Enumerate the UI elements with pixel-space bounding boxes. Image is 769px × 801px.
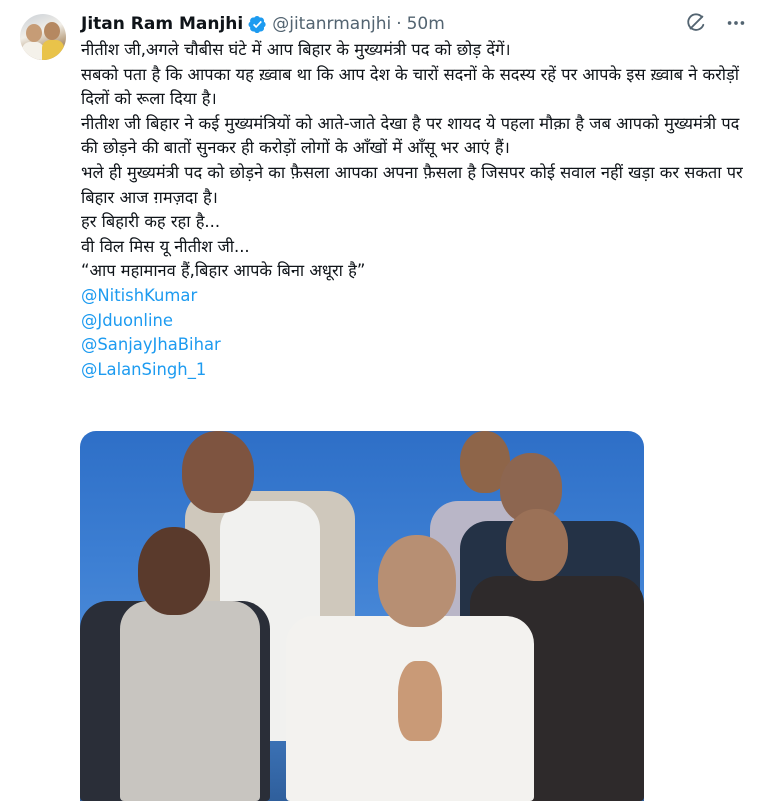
mention-link[interactable]: @Jduonline bbox=[81, 309, 751, 334]
header-separator: · bbox=[396, 14, 402, 34]
tweet-line: हर बिहारी कह रहा है... bbox=[81, 212, 221, 232]
tweet-line: नीतीश जी,अगले चौबीस घंटे में आप बिहार के… bbox=[81, 40, 511, 59]
more-options-icon[interactable] bbox=[725, 12, 747, 34]
tweet-line: “आप महामानव हैं,बिहार आपके बिना अधूरा है… bbox=[81, 261, 366, 281]
tweet-actions-top bbox=[685, 12, 747, 34]
author-handle[interactable]: @jitanrmanjhi bbox=[272, 14, 391, 34]
author-name[interactable]: Jitan Ram Manjhi bbox=[81, 14, 243, 34]
author-avatar[interactable] bbox=[20, 14, 66, 60]
tweet-body: नीतीश जी,अगले चौबीस घंटे में आप बिहार के… bbox=[81, 38, 751, 382]
mention-link[interactable]: @NitishKumar bbox=[81, 284, 751, 309]
tweet-line: सबको पता है कि आपका यह ख़्वाब था कि आप द… bbox=[81, 64, 740, 109]
mention-link[interactable]: @LalanSingh_1 bbox=[81, 358, 751, 383]
verified-badge-icon bbox=[248, 15, 266, 33]
tweet-line: नीतीश जी बिहार ने कई मुख्यमंत्रियों को आ… bbox=[81, 113, 740, 158]
tweet-line: वी विल मिस यू नीतीश जी... bbox=[81, 236, 250, 256]
tweet-header: Jitan Ram Manjhi @jitanrmanjhi · 50m bbox=[81, 12, 445, 36]
tweet-line: भले ही मुख्यमंत्री पद को छोड़ने का फ़ैसल… bbox=[81, 162, 743, 207]
tweet-media-photo[interactable] bbox=[80, 431, 644, 801]
grok-icon[interactable] bbox=[685, 12, 707, 34]
mention-link[interactable]: @SanjayJhaBihar bbox=[81, 333, 751, 358]
tweet-timestamp[interactable]: 50m bbox=[407, 14, 445, 34]
